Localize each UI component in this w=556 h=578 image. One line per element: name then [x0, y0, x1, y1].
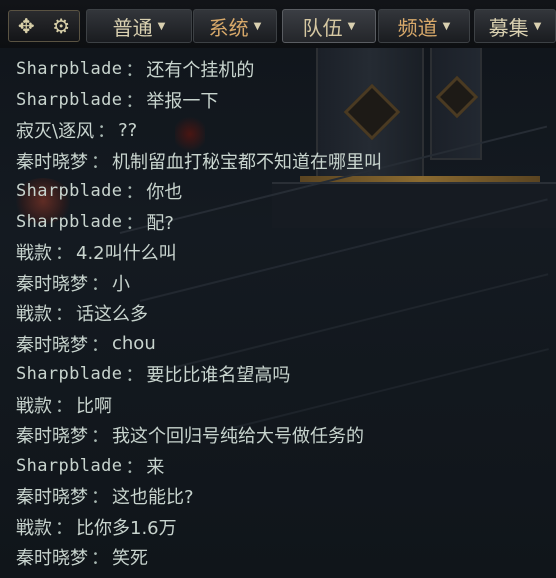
tab-channel[interactable]: 频道 ▼ [378, 9, 470, 43]
chat-message-text: 4.2叫什么叫 [76, 243, 177, 265]
chat-message-text: 机制留血打秘宝都不知道在哪里叫 [112, 151, 382, 173]
chat-message: 秦时晓梦：机制留血打秘宝都不知道在哪里叫 [16, 146, 546, 177]
chat-separator: ： [125, 60, 144, 82]
chevron-down-icon: ▼ [157, 20, 166, 32]
chat-message: 秦时晓梦：我这个回归号纯给大号做任务的 [16, 420, 546, 451]
chat-message: Sharpblade：配? [16, 207, 546, 238]
tab-label: 普通 [112, 15, 153, 40]
chat-sender-name[interactable]: 戦款 [16, 239, 52, 265]
chat-sender-name[interactable]: Sharpblade [16, 59, 122, 79]
chat-separator: ： [55, 304, 73, 326]
chat-message: 秦时晓梦：笑死 [16, 542, 546, 573]
chat-message-text: 要比比谁名望高吗 [146, 365, 291, 387]
chat-sender-name[interactable]: 秦时晓梦 [16, 483, 88, 509]
chat-message-text: 比啊 [76, 395, 112, 417]
tab-system[interactable]: 系统 ▼ [193, 9, 277, 43]
chat-message-text: 举报一下 [146, 90, 219, 112]
chat-message: 戦款： 4.2叫什么叫 [16, 237, 546, 268]
chat-message: Sharpblade：来 [16, 451, 546, 482]
chat-message-text: 这也能比? [112, 487, 194, 509]
tab-normal[interactable]: 普通 ▼ [86, 9, 192, 43]
chat-separator: ： [91, 487, 109, 509]
chat-separator: ： [125, 365, 144, 387]
chat-separator: ： [91, 151, 109, 173]
chat-message-text: 话这么多 [76, 304, 148, 326]
chat-sender-name[interactable]: 秦时晓梦 [16, 544, 88, 570]
chat-message: 戦款：比啊 [16, 390, 546, 421]
chat-message-text: 笑死 [112, 548, 148, 570]
move-arrows-icon[interactable]: ✥ [18, 16, 35, 36]
chat-message: 戦款：比你多1.6万 [16, 512, 546, 543]
chat-message: 戦款：话这么多 [16, 298, 546, 329]
tab-team[interactable]: 队伍 ▼ [282, 9, 376, 43]
chat-separator: ： [125, 90, 144, 112]
chat-sender-name[interactable]: Sharpblade [16, 212, 122, 232]
chat-sender-name[interactable]: 秦时晓梦 [16, 331, 88, 357]
chat-message: 秦时晓梦： chou [16, 329, 546, 360]
chat-message: Sharpblade：你也 [16, 176, 546, 207]
tab-recruit[interactable]: 募集 ▼ [474, 9, 556, 43]
chat-sender-name[interactable]: 秦时晓梦 [16, 148, 88, 174]
chat-separator: ： [91, 426, 109, 448]
tab-label: 队伍 [302, 15, 343, 40]
chevron-down-icon: ▼ [442, 20, 451, 32]
chat-message-text: 比你多1.6万 [76, 517, 177, 539]
tab-label: 募集 [488, 15, 529, 40]
chat-separator: ： [125, 182, 144, 204]
chat-separator: ： [55, 395, 73, 417]
chat-separator: ： [125, 456, 144, 478]
gear-icon[interactable]: ⚙ [52, 16, 70, 36]
chat-message: 寂灭\逐风：?? [16, 115, 546, 146]
chat-tab-bar: ✥ ⚙ 普通 ▼ 系统 ▼ 队伍 ▼ 频道 ▼ 募集 ▼ [0, 0, 556, 48]
chat-separator: ： [125, 212, 144, 234]
chat-sender-name[interactable]: 秦时晓梦 [16, 422, 88, 448]
chat-message-text: 来 [146, 456, 165, 478]
chevron-down-icon: ▼ [347, 20, 356, 32]
chat-message: Sharpblade：举报一下 [16, 85, 546, 116]
chat-sender-name[interactable]: 戦款 [16, 514, 52, 540]
chat-sender-name[interactable]: 戦款 [16, 392, 52, 418]
chat-sender-name[interactable]: 秦时晓梦 [16, 270, 88, 296]
chat-separator: ： [55, 243, 73, 265]
chevron-down-icon: ▼ [253, 20, 262, 32]
chat-message: 秦时晓梦：这也能比? [16, 481, 546, 512]
chat-message-text: 配? [146, 212, 174, 234]
chat-log: Sharpblade：还有个挂机的 Sharpblade：举报一下 寂灭\逐风：??… [16, 54, 546, 573]
chat-controls-button[interactable]: ✥ ⚙ [8, 10, 80, 42]
chat-message: Sharpblade：还有个挂机的 [16, 54, 546, 85]
chat-sender-name[interactable]: 戦款 [16, 300, 52, 326]
chat-sender-name[interactable]: Sharpblade [16, 364, 122, 384]
chat-message-text: 你也 [146, 182, 183, 204]
chat-separator: ： [97, 121, 116, 143]
chat-separator: ： [91, 334, 109, 356]
chat-sender-name[interactable]: Sharpblade [16, 456, 122, 476]
chat-message-text: chou [112, 333, 156, 355]
chat-separator: ： [55, 517, 73, 539]
chat-message-text: 还有个挂机的 [146, 60, 255, 82]
chat-separator: ： [91, 273, 109, 295]
chat-sender-name[interactable]: Sharpblade [16, 90, 122, 110]
chat-message-text: ?? [118, 119, 138, 141]
chat-message-text: 小 [112, 273, 130, 295]
tab-label: 频道 [397, 15, 438, 40]
chat-sender-name[interactable]: 寂灭\逐风 [16, 117, 94, 143]
tab-label: 系统 [208, 15, 249, 40]
chat-separator: ： [91, 548, 109, 570]
chat-message: Sharpblade：要比比谁名望高吗 [16, 359, 546, 390]
chat-message-text: 我这个回归号纯给大号做任务的 [112, 426, 364, 448]
chat-sender-name[interactable]: Sharpblade [16, 181, 122, 201]
chat-message: 秦时晓梦：小 [16, 268, 546, 299]
chevron-down-icon: ▼ [533, 20, 542, 32]
